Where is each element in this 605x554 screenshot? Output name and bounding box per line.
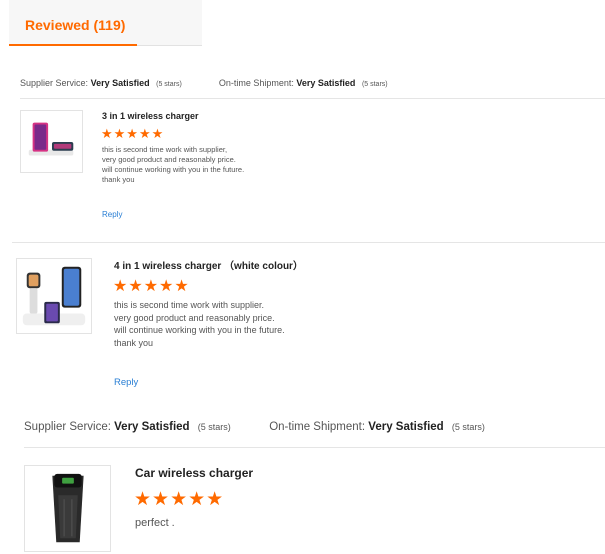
rating-summary: Supplier Service: Very Satisfied (5 star… bbox=[24, 421, 485, 433]
comment-line: thank you bbox=[114, 337, 154, 348]
reply-link[interactable]: Reply bbox=[114, 377, 138, 388]
product-thumbnail[interactable] bbox=[24, 465, 111, 552]
charger-3in1-image bbox=[28, 122, 74, 156]
reply-link[interactable]: Reply bbox=[102, 210, 122, 219]
comment-line: very good product and reasonably price. bbox=[114, 312, 275, 323]
shipment-value: Very Satisfied bbox=[296, 78, 356, 88]
reviews-tab-bar: Reviewed (119) bbox=[9, 0, 202, 46]
supplier-service-stars: (5 stars) bbox=[156, 81, 182, 88]
divider bbox=[24, 447, 605, 448]
product-thumbnail[interactable] bbox=[16, 258, 92, 334]
car-charger-image bbox=[52, 473, 84, 543]
tab-reviewed-label: Reviewed (119) bbox=[25, 17, 126, 33]
review-comment: this is second time work with supplier, … bbox=[102, 145, 244, 185]
comment-line: will continue working with you in the fu… bbox=[102, 165, 245, 174]
comment-line: thank you bbox=[102, 175, 135, 184]
product-name: 3 in 1 wireless charger bbox=[102, 111, 199, 121]
supplier-service-value: Very Satisfied bbox=[90, 78, 150, 88]
star-rating: ★★★★★ bbox=[101, 126, 165, 141]
review-comment: this is second time work with supplier. … bbox=[114, 299, 285, 349]
shipment-value: Very Satisfied bbox=[368, 421, 444, 433]
review-comment: perfect . bbox=[135, 516, 175, 530]
divider bbox=[12, 242, 605, 243]
comment-line: perfect . bbox=[135, 517, 175, 529]
shipment-label: On-time Shipment: bbox=[218, 78, 294, 88]
supplier-service-value: Very Satisfied bbox=[114, 421, 190, 433]
comment-line: this is second time work with supplier. bbox=[114, 300, 265, 310]
shipment-label: On-time Shipment: bbox=[269, 421, 366, 433]
comment-line: this is second time work with supplier, bbox=[102, 145, 228, 154]
tab-reviewed[interactable]: Reviewed (119) bbox=[9, 0, 137, 46]
product-name: 4 in 1 wireless charger （white colour） bbox=[114, 261, 303, 272]
product-thumbnail[interactable] bbox=[20, 110, 83, 173]
supplier-service-label: Supplier Service: bbox=[20, 78, 89, 88]
supplier-service-label: Supplier Service: bbox=[24, 421, 111, 433]
supplier-service-stars: (5 stars) bbox=[197, 422, 231, 432]
star-rating: ★★★★★ bbox=[134, 489, 225, 510]
comment-line: will continue working with you in the fu… bbox=[114, 325, 285, 335]
shipment-stars: (5 stars) bbox=[451, 422, 485, 432]
charger-4in1-image bbox=[22, 266, 86, 326]
star-rating: ★★★★★ bbox=[113, 278, 190, 295]
comment-line: very good product and reasonably price. bbox=[102, 155, 236, 164]
rating-summary: Supplier Service: Very Satisfied (5 star… bbox=[20, 78, 388, 88]
divider bbox=[20, 98, 605, 99]
product-name: Car wireless charger bbox=[135, 466, 254, 480]
shipment-stars: (5 stars) bbox=[361, 81, 388, 88]
